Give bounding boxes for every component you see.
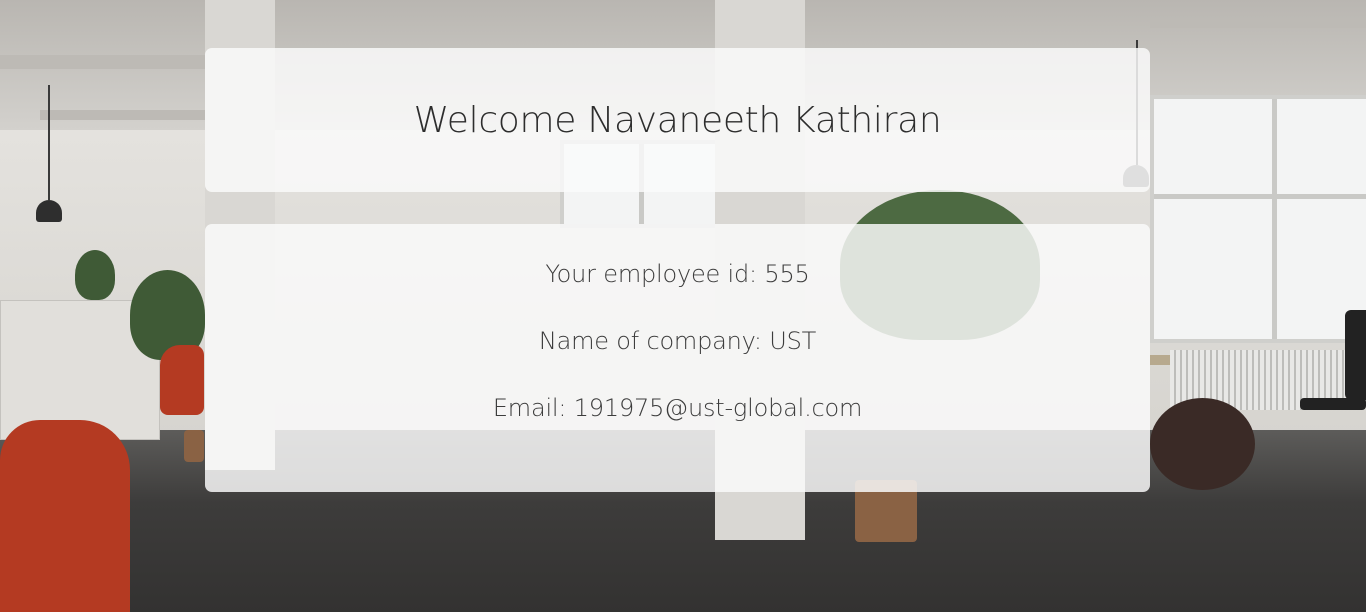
bg-red-chair: [0, 420, 130, 612]
email-label: Email:: [492, 394, 567, 422]
company-row: Name of company: UST: [205, 327, 1150, 355]
email-value: 191975@ust-global.com: [573, 394, 863, 422]
bg-beam: [0, 55, 230, 69]
welcome-card: Welcome Navaneeth Kathiran: [205, 48, 1150, 192]
bg-exercise-ball: [1150, 398, 1255, 490]
email-row: Email: 191975@ust-global.com: [205, 394, 1150, 422]
bg-window: [1150, 95, 1366, 343]
page: Welcome Navaneeth Kathiran Your employee…: [0, 0, 1366, 612]
bg-office-chair: [1345, 310, 1366, 400]
welcome-heading: Welcome Navaneeth Kathiran: [414, 100, 942, 141]
welcome-prefix: Welcome: [413, 99, 577, 141]
bg-beam: [40, 110, 230, 120]
bg-beam: [1150, 20, 1366, 28]
employee-name: Navaneeth Kathiran: [587, 99, 942, 141]
bg-red-chair: [160, 345, 204, 415]
company-value: UST: [769, 327, 817, 355]
employee-details-card: Your employee id: 555 Name of company: U…: [205, 224, 1150, 492]
employee-id-label: Your employee id:: [545, 260, 757, 288]
bg-plant: [75, 250, 115, 300]
bg-pendant-lamp: [36, 200, 62, 222]
bg-plant-pot: [184, 430, 204, 462]
employee-id-row: Your employee id: 555: [205, 260, 1150, 288]
employee-id-value: 555: [764, 260, 810, 288]
company-label: Name of company:: [538, 327, 762, 355]
